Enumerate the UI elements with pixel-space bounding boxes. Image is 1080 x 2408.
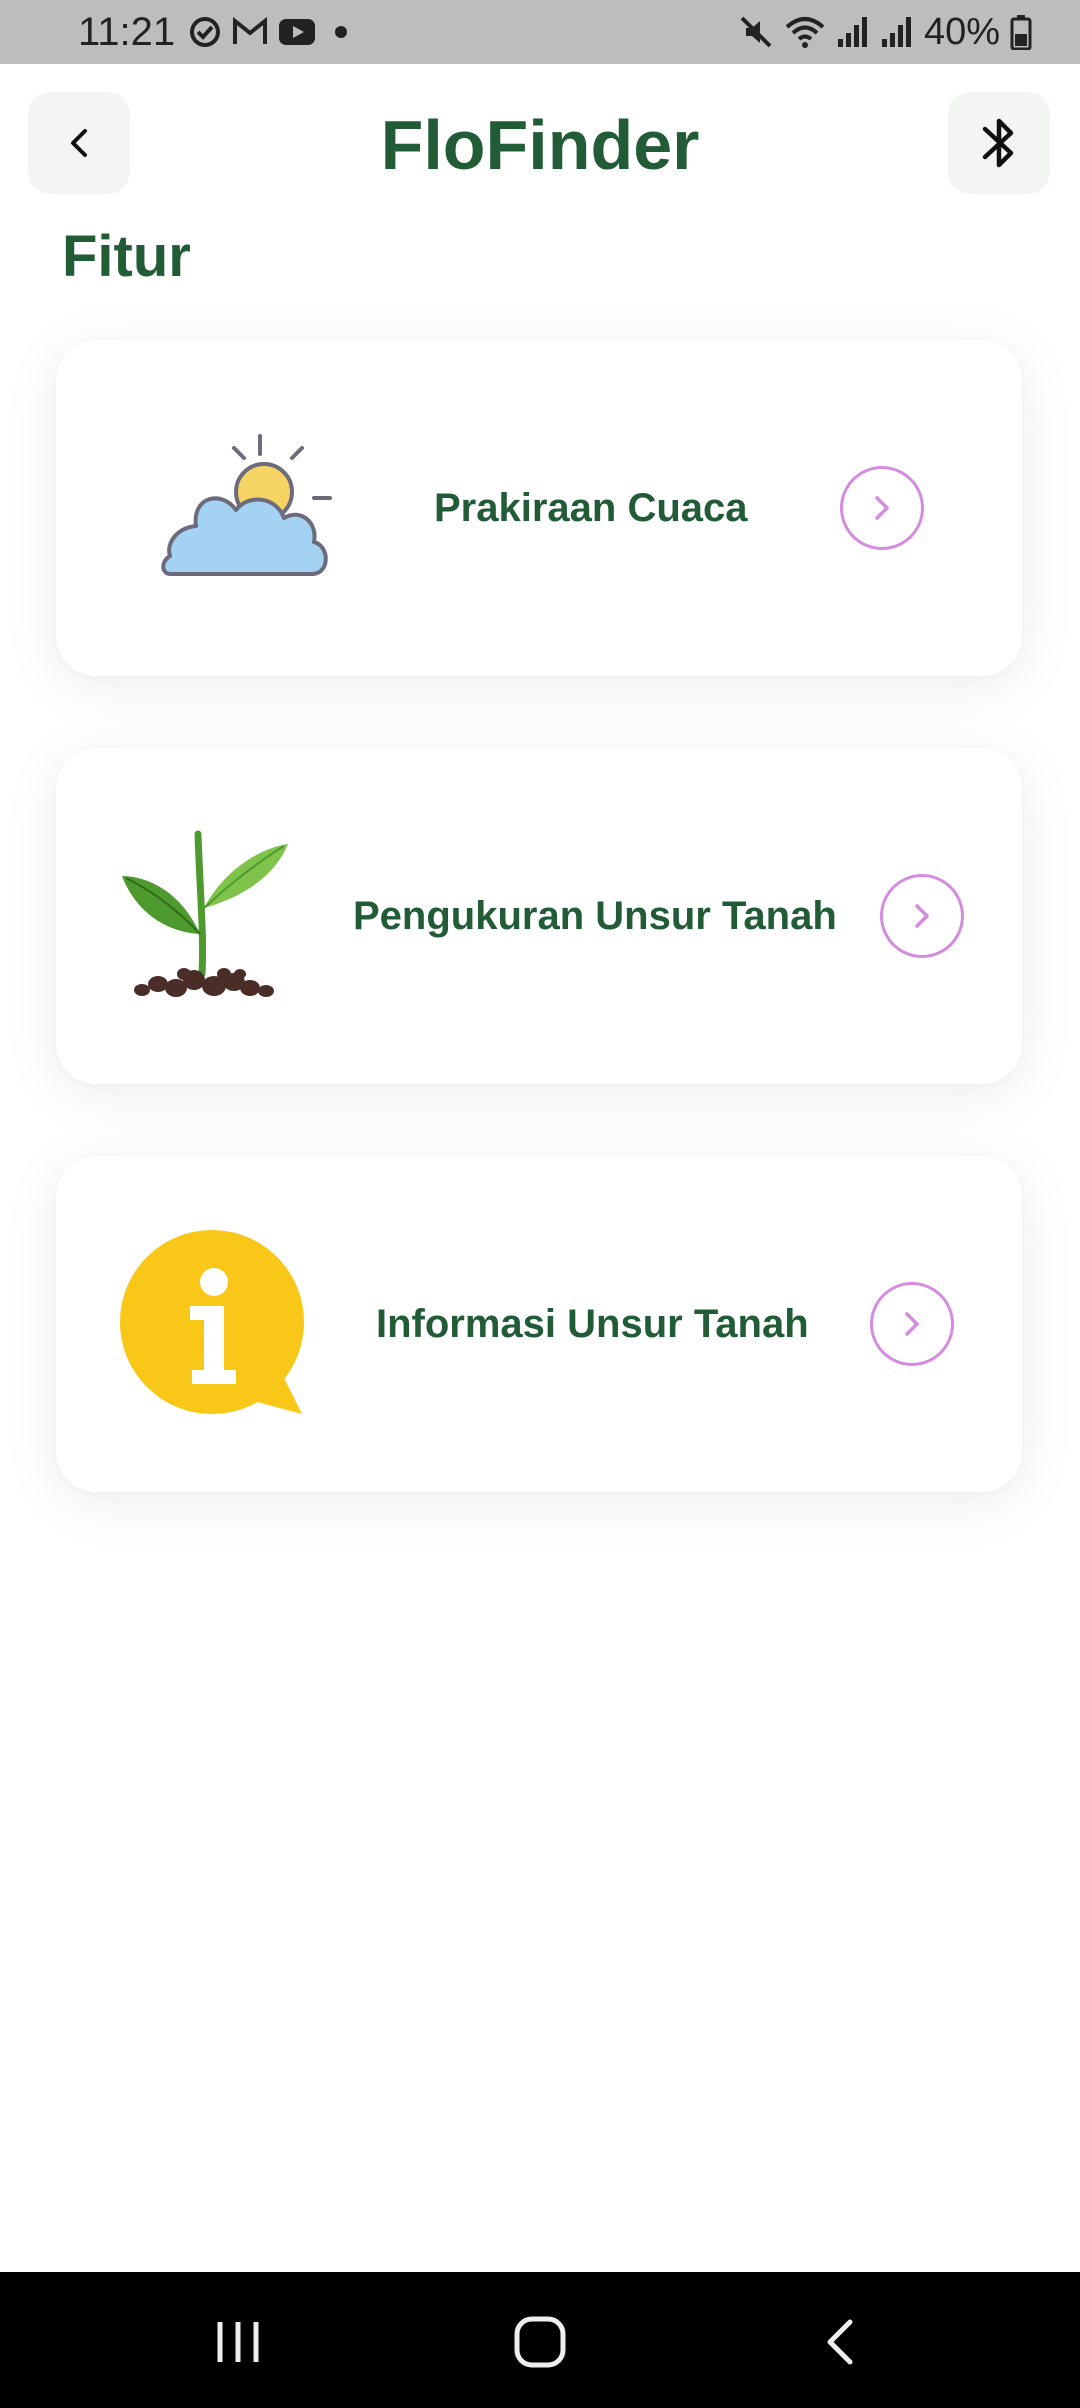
nav-back-button[interactable]	[802, 2302, 882, 2382]
feature-label-soil-information: Informasi Unsur Tanah	[376, 1302, 809, 1346]
system-icons: 40%	[738, 10, 1032, 54]
feature-label-soil-measurement: Pengukuran Unsur Tanah	[353, 894, 837, 938]
signal-icon	[881, 17, 911, 47]
recent-apps-button[interactable]	[198, 2302, 278, 2382]
notification-icons	[188, 14, 356, 50]
battery-percent: 40%	[923, 11, 1000, 53]
section-title: Fitur	[62, 224, 191, 289]
wifi-icon	[785, 17, 825, 48]
chevron-right-icon	[905, 1312, 919, 1336]
bluetooth-icon	[982, 118, 1014, 168]
home-icon	[514, 2316, 566, 2368]
chevron-right-button[interactable]	[870, 1282, 954, 1366]
chevron-right-icon	[875, 496, 889, 520]
youtube-icon	[279, 19, 315, 45]
app-bar: FloFinder	[0, 64, 1080, 224]
mute-icon	[740, 16, 772, 48]
battery-icon	[1010, 15, 1032, 50]
bluetooth-button[interactable]	[948, 92, 1050, 194]
chevron-right-button[interactable]	[840, 466, 924, 550]
dot-icon	[335, 26, 347, 38]
plant-icon	[122, 830, 288, 997]
feature-card-weather[interactable]: Prakiraan Cuaca	[56, 340, 1022, 676]
status-bar: 11:21 40%	[0, 0, 1080, 64]
chevron-right-button[interactable]	[880, 874, 964, 958]
status-time: 11:21	[78, 10, 176, 54]
feature-card-soil-measurement[interactable]: Pengukuran Unsur Tanah	[56, 748, 1022, 1084]
sync-icon	[190, 17, 220, 47]
feature-card-soil-information[interactable]: Informasi Unsur Tanah	[56, 1156, 1022, 1492]
recent-apps-icon	[217, 2322, 259, 2362]
app-title: FloFinder	[380, 106, 700, 184]
back-icon	[827, 2319, 853, 2365]
weather-icon	[161, 434, 332, 576]
home-button[interactable]	[500, 2302, 580, 2382]
chevron-right-icon	[915, 904, 929, 928]
feature-label-weather: Prakiraan Cuaca	[434, 486, 748, 530]
info-icon	[120, 1230, 304, 1414]
signal-icon	[837, 17, 867, 47]
gmail-icon	[233, 17, 267, 44]
system-nav-bar	[0, 2272, 1080, 2408]
